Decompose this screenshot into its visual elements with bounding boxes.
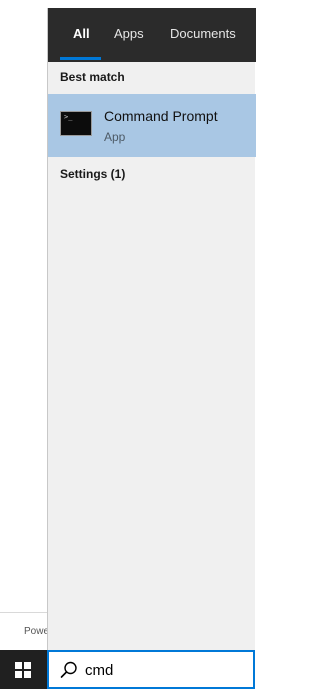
background-window: Powe	[0, 0, 47, 650]
tab-apps[interactable]: Apps	[114, 8, 144, 62]
search-tab-bar: All Apps Documents	[48, 8, 256, 62]
tab-all[interactable]: All	[73, 8, 90, 62]
command-prompt-icon: >_	[60, 111, 92, 136]
search-input[interactable]	[85, 658, 250, 682]
search-icon	[60, 661, 77, 678]
search-results-panel: All Apps Documents Best match >_ Command…	[47, 8, 256, 650]
best-match-result-command-prompt[interactable]: >_ Command Prompt App	[48, 94, 256, 157]
background-footer-text: Powe	[24, 626, 47, 637]
start-button[interactable]	[0, 650, 47, 689]
result-title: Command Prompt	[104, 108, 218, 124]
background-window-footer: Powe	[0, 612, 47, 650]
selected-tab-indicator	[60, 57, 101, 60]
taskbar	[0, 650, 255, 689]
taskbar-search-box[interactable]	[47, 650, 255, 689]
best-match-header: Best match	[60, 70, 125, 84]
tab-documents[interactable]: Documents	[170, 8, 236, 62]
windows-logo-icon	[15, 662, 31, 678]
settings-section-header[interactable]: Settings (1)	[60, 167, 125, 181]
result-subtitle: App	[104, 130, 126, 144]
